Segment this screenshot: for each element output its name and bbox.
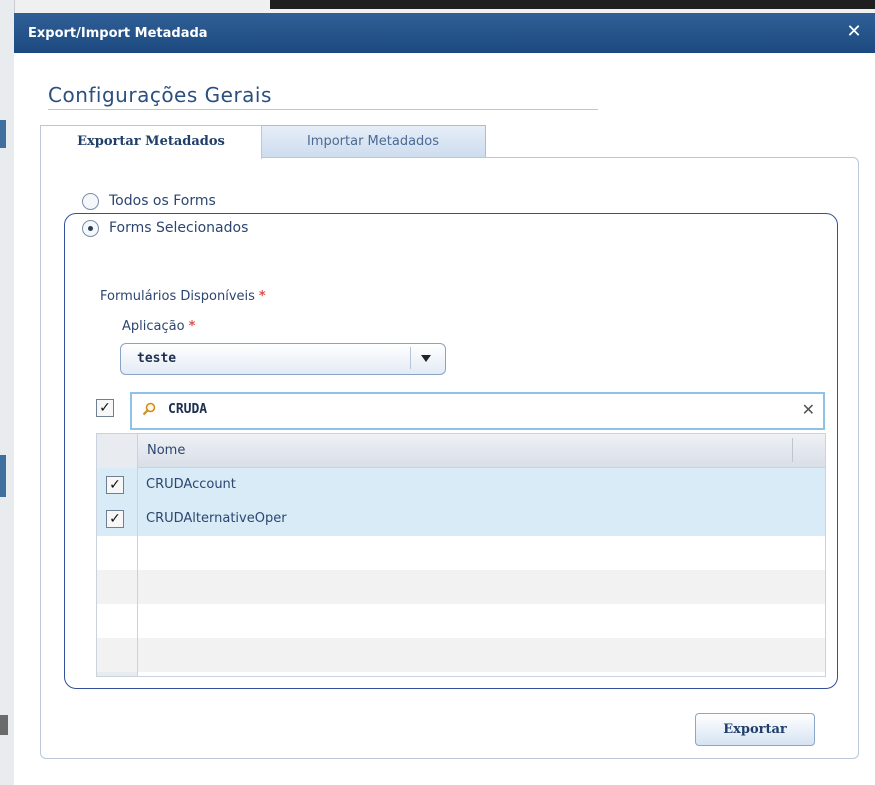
row-checkbox[interactable]: ✓ [106,476,124,494]
background-app-sidebar [0,0,15,785]
dropdown-arrow-icon[interactable] [410,347,441,369]
clear-icon[interactable]: ✕ [802,400,815,419]
empty-row [97,570,825,604]
row-checkbox[interactable]: ✓ [106,510,124,528]
required-mark: * [188,319,196,334]
column-header-nome[interactable]: Nome [147,443,185,458]
search-input[interactable]: CRUDA ✕ [130,392,825,430]
required-mark: * [258,289,266,304]
column-separator [792,438,793,462]
empty-row [97,638,825,672]
background-marker [0,455,6,497]
forms-available-text: Formulários Disponíveis [100,289,255,304]
radio-button[interactable] [82,219,99,237]
forms-grid: Nome CRUDAccount CRUDAlternativeOper [96,433,826,677]
radio-label: Forms Selecionados [109,220,249,236]
dialog-titlebar: Export/Import Metadada ✕ [14,13,875,53]
radio-button[interactable] [82,192,99,210]
row-name: CRUDAlternativeOper [146,511,287,526]
section-title: Configurações Gerais [48,83,272,107]
search-value: CRUDA [168,402,208,417]
grid-header: Nome [138,434,825,468]
empty-row [97,536,825,570]
export-button[interactable]: Exportar [695,713,815,746]
grid-checkbox-column-border [97,434,138,676]
background-marker [0,715,8,735]
dialog-title: Export/Import Metadada [28,26,208,41]
application-label: Aplicação * [122,319,195,334]
empty-row [97,604,825,638]
application-select-value: teste [137,351,177,366]
application-select[interactable]: teste [120,343,446,375]
background-app-bar [270,0,875,9]
application-text: Aplicação [122,319,185,334]
table-row[interactable]: CRUDAlternativeOper [97,502,825,536]
background-marker [0,120,6,148]
row-name: CRUDAccount [146,477,236,492]
close-icon[interactable]: ✕ [843,21,865,43]
select-all-checkbox[interactable]: ✓ [96,399,114,417]
forms-available-label: Formulários Disponíveis * [100,289,266,304]
section-divider [48,109,598,110]
tab-importar-metadados[interactable]: Importar Metadados [260,125,486,159]
radio-todos-os-forms[interactable]: Todos os Forms [82,191,216,211]
export-import-dialog: Export/Import Metadada ✕ Configurações G… [14,13,875,785]
radio-forms-selecionados[interactable]: Forms Selecionados [82,218,248,238]
radio-label: Todos os Forms [109,193,216,209]
tab-exportar-metadados[interactable]: Exportar Metadados [40,125,262,159]
table-row[interactable]: CRUDAccount [97,468,825,502]
search-icon [142,402,156,416]
